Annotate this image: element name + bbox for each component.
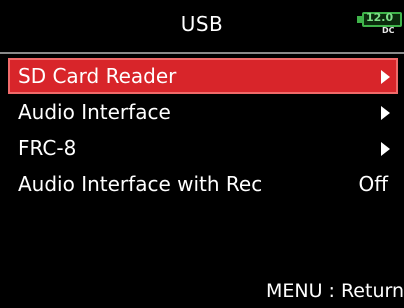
usb-menu-list: SD Card Reader Audio Interface FRC-8 Aud… <box>0 58 404 202</box>
menu-item-audio-interface-with-rec[interactable]: Audio Interface with Rec Off <box>8 166 398 202</box>
page-title: USB <box>180 12 224 36</box>
menu-item-label: FRC-8 <box>18 136 77 160</box>
power-source-label: DC <box>382 26 395 35</box>
header: USB 12.0 DC <box>0 0 404 52</box>
menu-item-value: Off <box>358 172 388 196</box>
menu-item-label: Audio Interface <box>18 100 171 124</box>
menu-item-sd-card-reader[interactable]: SD Card Reader <box>8 58 398 94</box>
chevron-right-icon <box>381 70 390 84</box>
chevron-right-icon <box>381 142 390 156</box>
menu-item-label: Audio Interface with Rec <box>18 172 263 196</box>
header-divider <box>0 52 404 54</box>
menu-item-frc-8[interactable]: FRC-8 <box>8 130 398 166</box>
device-screen: USB 12.0 DC SD Card Reader Audio Interfa… <box>0 0 404 308</box>
battery-voltage: 12.0 <box>366 11 394 24</box>
menu-item-label: SD Card Reader <box>18 64 177 88</box>
footer-hint: MENU : Return <box>265 280 404 302</box>
menu-item-audio-interface[interactable]: Audio Interface <box>8 94 398 130</box>
battery-indicator: 12.0 DC <box>356 11 402 35</box>
chevron-right-icon <box>381 106 390 120</box>
